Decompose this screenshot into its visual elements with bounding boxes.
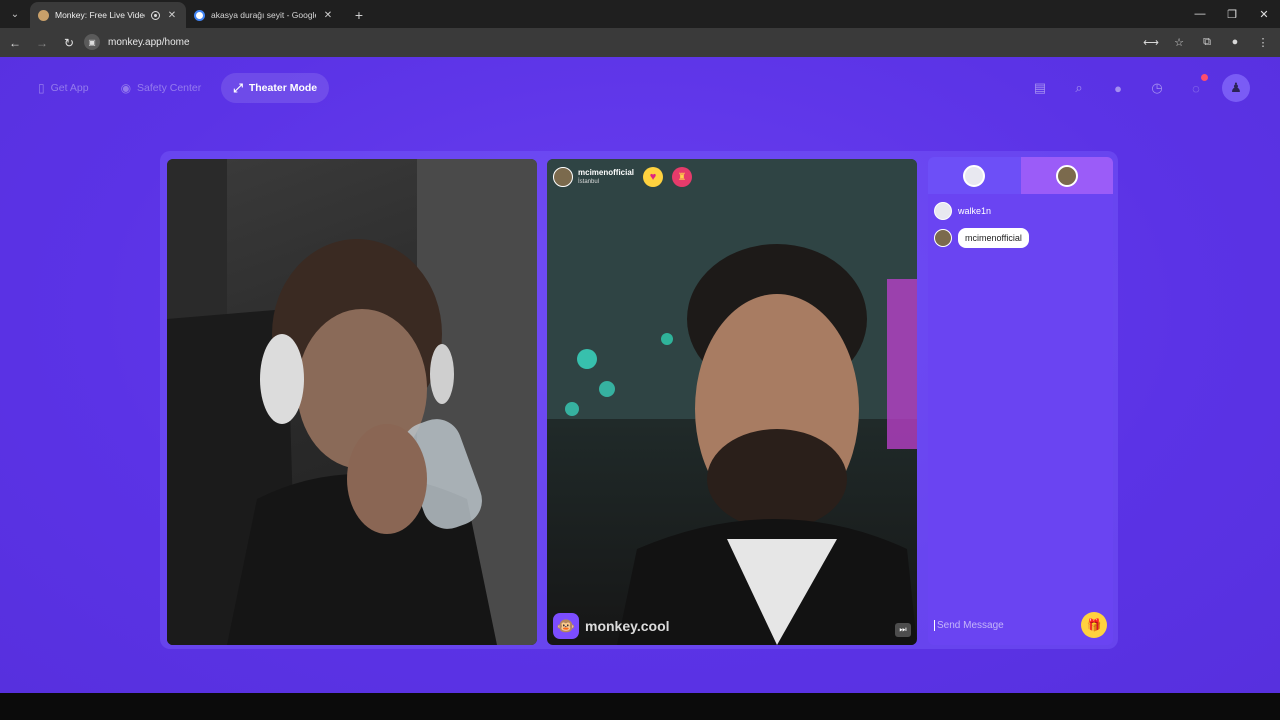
translate-icon[interactable]: ⟷	[1140, 32, 1162, 52]
chat-message: mcimenofficial	[934, 228, 1107, 248]
tab-title: Monkey: Free Live Video Ch	[55, 10, 145, 20]
video-stage: mcimenofficial İstanbul ♥ ♜ 🐵 monkey.coo…	[160, 151, 1118, 649]
chat-message: walke1n	[934, 202, 1107, 220]
friends-icon[interactable]: ●	[1105, 75, 1131, 101]
google-favicon-icon	[194, 9, 205, 21]
bookmark-star-icon[interactable]: ☆	[1168, 32, 1190, 52]
monkey-page: ▯ Get App ◉ Safety Center ⤢ Theater Mode…	[0, 57, 1280, 693]
chat-tabs	[928, 157, 1113, 194]
tab-close-icon[interactable]: ✕	[166, 10, 178, 21]
remote-user-card[interactable]: mcimenofficial İstanbul ♥ ♜	[553, 165, 693, 189]
theater-mode-label: Theater Mode	[248, 82, 318, 94]
site-info-icon[interactable]: ▣	[84, 34, 100, 50]
toolbar-right: ⟷ ☆ ⧉ ● ⋮	[1140, 32, 1274, 52]
omnibox[interactable]: ▣ monkey.app/home	[80, 31, 1130, 53]
tab-title: akasya durağı seyit - Google'da	[211, 10, 316, 20]
store-icon[interactable]: ▤	[1027, 75, 1053, 101]
chat-message-list: walke1n mcimenofficial	[928, 194, 1113, 256]
get-app-button[interactable]: ▯ Get App	[26, 73, 101, 103]
remote-user-info: mcimenofficial İstanbul	[578, 168, 635, 186]
remote-video: mcimenofficial İstanbul ♥ ♜ 🐵 monkey.coo…	[547, 159, 917, 645]
monkey-watermark: 🐵 monkey.cool	[553, 613, 670, 639]
menu-icon[interactable]: ⋮	[1252, 32, 1274, 52]
shield-icon: ◉	[120, 81, 132, 95]
profile-icon[interactable]: ●	[1224, 32, 1246, 52]
monkey-favicon-icon	[38, 9, 49, 21]
top-right-icons: ▤ ⌕ ● ◷ ◌ ♟	[1027, 74, 1250, 102]
watermark-text: monkey.cool	[585, 618, 670, 634]
skip-icon[interactable]: ⏭	[895, 623, 911, 637]
new-tab-button[interactable]: +	[348, 4, 370, 26]
monkey-logo-icon: 🐵	[553, 613, 579, 639]
minimize-icon[interactable]: —	[1184, 0, 1216, 28]
send-message-input[interactable]	[934, 619, 1081, 631]
remote-username: mcimenofficial	[578, 168, 635, 177]
heart-icon[interactable]: ♥	[643, 167, 664, 187]
chat-tab-self[interactable]	[928, 157, 1021, 194]
tab-close-icon[interactable]: ✕	[322, 10, 334, 21]
messages-icon[interactable]: ◌	[1183, 74, 1209, 101]
reload-icon[interactable]: ↻	[57, 31, 81, 55]
tab-monkey[interactable]: Monkey: Free Live Video Ch ✕	[30, 2, 186, 28]
remote-avatar	[1055, 164, 1078, 187]
message-bubble: mcimenofficial	[958, 228, 1029, 248]
tab-search-icon[interactable]: ⌄	[4, 3, 26, 25]
history-icon[interactable]: ◷	[1144, 75, 1170, 101]
chat-panel: walke1n mcimenofficial 🎁	[928, 157, 1113, 645]
url-text[interactable]: monkey.app/home	[108, 37, 190, 48]
expand-icon: ⤢	[233, 80, 243, 95]
remote-user-avatar[interactable]	[553, 167, 573, 187]
search-icon[interactable]: ⌕	[1066, 75, 1092, 101]
gift-icon[interactable]: 🎁	[1081, 612, 1107, 638]
recording-icon	[151, 10, 160, 20]
safety-center-button[interactable]: ◉ Safety Center	[109, 73, 214, 103]
chat-tab-remote[interactable]	[1020, 157, 1113, 194]
message-avatar	[934, 202, 952, 220]
safety-center-label: Safety Center	[137, 82, 202, 94]
get-app-label: Get App	[50, 82, 89, 94]
top-nav: ▯ Get App ◉ Safety Center ⤢ Theater Mode	[26, 73, 330, 103]
back-icon[interactable]: ←	[3, 31, 27, 55]
phone-icon: ▯	[38, 81, 45, 95]
badge-icon[interactable]: ♜	[672, 167, 693, 187]
browser-tab-bar: ⌄ Monkey: Free Live Video Ch ✕ akasya du…	[0, 0, 1280, 28]
notification-dot	[1201, 74, 1208, 81]
address-bar: ← → ↻ ▣ monkey.app/home ⟷ ☆ ⧉ ● ⋮	[0, 28, 1280, 57]
theater-mode-button[interactable]: ⤢ Theater Mode	[221, 73, 330, 103]
remote-user-location: İstanbul	[578, 179, 600, 185]
message-avatar	[934, 229, 952, 247]
window-close-icon[interactable]: ✕	[1248, 0, 1280, 28]
message-text: walke1n	[958, 206, 992, 216]
taskbar-strip	[0, 693, 1280, 720]
window-controls: — ❐ ✕	[1184, 0, 1280, 28]
self-avatar	[963, 164, 986, 187]
local-video-frame	[167, 159, 537, 645]
extensions-icon[interactable]: ⧉	[1196, 32, 1218, 52]
chat-input-bar: 🎁	[928, 605, 1113, 645]
forward-icon[interactable]: →	[30, 31, 54, 55]
user-avatar[interactable]: ♟	[1222, 74, 1250, 102]
remote-video-frame	[547, 159, 917, 645]
local-video	[167, 159, 537, 645]
restore-icon[interactable]: ❐	[1216, 0, 1248, 28]
tab-google[interactable]: akasya durağı seyit - Google'da ✕	[186, 2, 342, 28]
